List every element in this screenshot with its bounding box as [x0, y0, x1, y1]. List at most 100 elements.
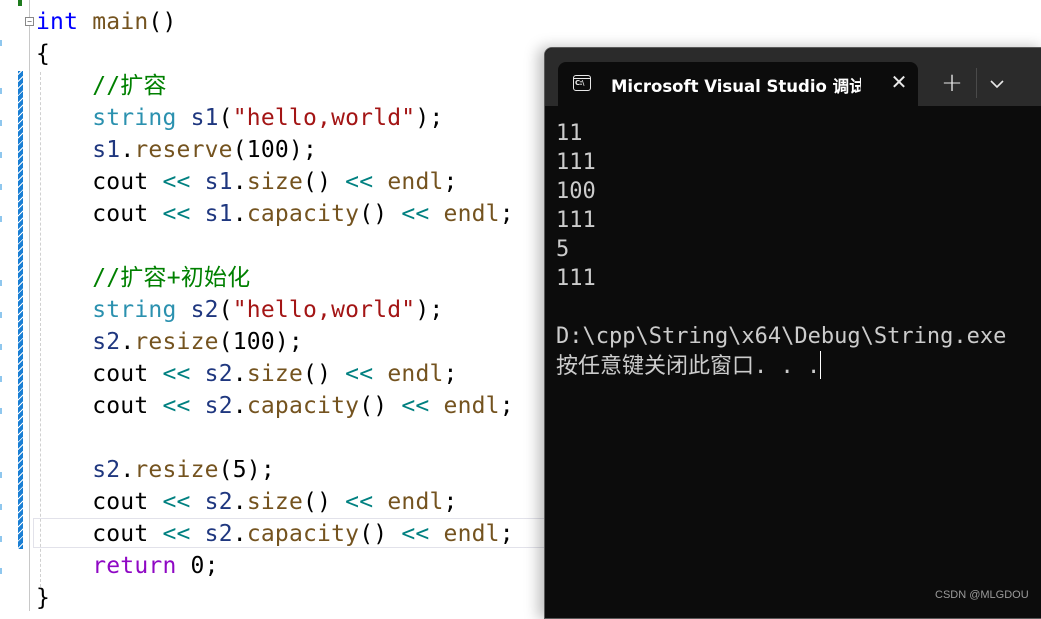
code-line[interactable]: cout << s2.size() << endl; [36, 358, 514, 390]
console-output-line: 11 [556, 121, 583, 146]
code-token: s2 [204, 489, 233, 515]
code-token: capacity [246, 521, 360, 547]
code-line[interactable]: cout << s1.size() << endl; [36, 166, 514, 198]
code-token: ( [218, 297, 233, 323]
code-token: . [232, 361, 247, 387]
code-token: string [92, 105, 177, 131]
code-token: () [359, 201, 402, 227]
close-tab-button[interactable]: ✕ [888, 71, 910, 93]
collapse-icon[interactable]: − [25, 17, 34, 26]
code-line[interactable]: string s1("hello,world"); [36, 102, 514, 134]
text-cursor [820, 351, 822, 379]
code-token: ( [218, 105, 233, 131]
code-line[interactable]: { [36, 38, 514, 70]
code-token: << [401, 521, 430, 547]
code-line[interactable]: string s2("hello,world"); [36, 294, 514, 326]
code-token: . [120, 137, 135, 163]
code-token: cout [92, 489, 149, 515]
code-token: //扩容 [92, 73, 167, 99]
code-token: . [232, 201, 247, 227]
code-token: "hello,world" [232, 105, 416, 131]
code-token: () [359, 393, 402, 419]
code-token: . [120, 457, 135, 483]
code-token: "hello,world" [232, 297, 416, 323]
code-token: endl [387, 489, 444, 515]
code-token: () [148, 9, 177, 35]
code-line[interactable]: int main() [36, 6, 514, 38]
code-line[interactable]: s2.resize(5); [36, 454, 514, 486]
code-line[interactable] [36, 422, 514, 454]
code-line[interactable]: cout << s2.capacity() << endl; [36, 518, 514, 550]
code-line[interactable]: return 0; [36, 550, 514, 582]
code-token: resize [134, 329, 219, 355]
console-output-line: 100 [556, 179, 596, 204]
code-token: ; [499, 521, 514, 547]
saved-change-marker [18, 0, 22, 6]
code-token: << [401, 201, 430, 227]
code-token: ); [415, 105, 444, 131]
console-output[interactable]: 11 111 100 111 5 111 D:\cpp\String\x64\Debug\… [556, 119, 1006, 380]
debug-console-window[interactable]: C:\ Microsoft Visual Studio 调试控制台 ✕ + 11… [544, 47, 1041, 619]
code-token: (100); [232, 137, 318, 163]
code-line[interactable]: //扩容 [36, 70, 514, 102]
chevron-down-icon[interactable] [985, 72, 1009, 96]
code-line[interactable]: } [36, 582, 514, 614]
console-output-line: 111 [556, 208, 596, 233]
code-token: endl [443, 521, 500, 547]
code-token: () [303, 361, 346, 387]
code-token: } [36, 585, 51, 611]
code-line[interactable]: cout << s2.size() << endl; [36, 486, 514, 518]
code-line[interactable]: cout << s2.capacity() << endl; [36, 390, 514, 422]
title-bar[interactable]: C:\ Microsoft Visual Studio 调试控制台 ✕ + [545, 48, 1041, 106]
code-line[interactable]: //扩容+初始化 [36, 262, 514, 294]
code-token: () [303, 489, 346, 515]
tab-debug-console[interactable]: C:\ Microsoft Visual Studio 调试控制台 ✕ [558, 62, 918, 106]
code-token: s2 [190, 297, 219, 323]
code-token: endl [443, 393, 500, 419]
code-line[interactable]: s1.reserve(100); [36, 134, 514, 166]
code-line[interactable]: s2.resize(100); [36, 326, 514, 358]
code-line[interactable] [36, 230, 514, 262]
code-token: << [162, 521, 191, 547]
code-token: resize [134, 457, 219, 483]
code-token: << [401, 393, 430, 419]
code-token: (5); [218, 457, 275, 483]
console-output-line: 111 [556, 266, 596, 291]
code-token: main [92, 9, 149, 35]
code-token: cout [92, 169, 149, 195]
code-token: s1 [204, 201, 233, 227]
code-lines[interactable]: int main(){ //扩容 string s1("hello,world"… [36, 6, 514, 614]
code-token: string [92, 297, 177, 323]
code-token: capacity [246, 201, 360, 227]
watermark: CSDN @MLGDOU [935, 589, 1029, 601]
code-token: ); [415, 297, 444, 323]
code-token: cout [92, 201, 149, 227]
new-tab-button[interactable]: + [938, 70, 966, 98]
code-token: size [246, 169, 304, 195]
code-line[interactable]: cout << s1.capacity() << endl; [36, 198, 514, 230]
code-token: s2 [204, 361, 233, 387]
code-token: . [232, 393, 247, 419]
